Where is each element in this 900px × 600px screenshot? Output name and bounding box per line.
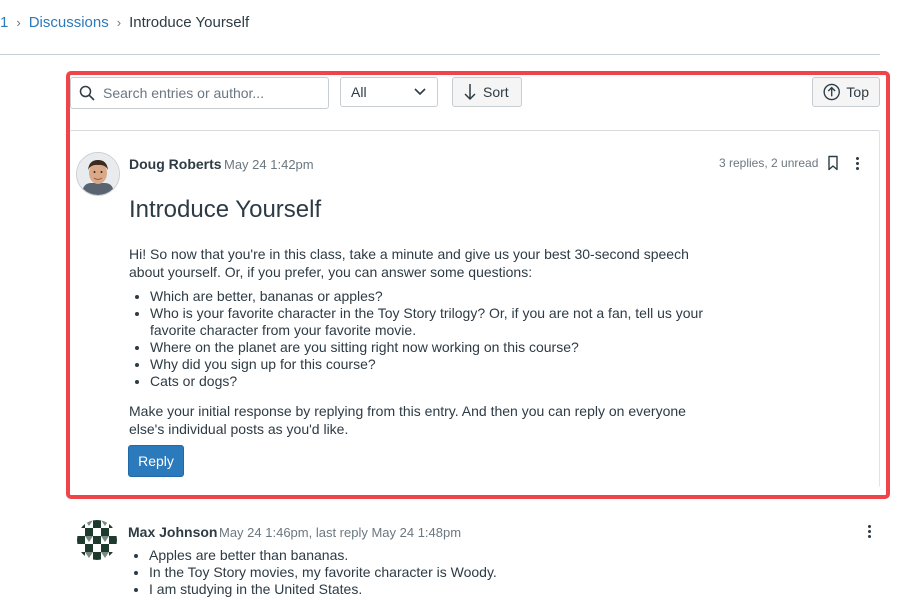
chevron-down-icon xyxy=(414,88,426,96)
reply-more-options-icon[interactable] xyxy=(867,525,873,540)
top-label: Top xyxy=(846,84,869,100)
search-input[interactable] xyxy=(101,84,315,102)
sort-label: Sort xyxy=(483,84,509,100)
reply-body-list: Apples are better than bananas. In the T… xyxy=(128,547,749,598)
filter-select[interactable]: All xyxy=(340,77,438,107)
top-button[interactable]: Top xyxy=(812,77,880,107)
avatar-pattern xyxy=(77,520,117,560)
header-divider xyxy=(0,54,880,55)
list-item: Which are better, bananas or apples? xyxy=(150,288,740,305)
arrow-up-circle-icon xyxy=(823,83,840,101)
topic-title: Introduce Yourself xyxy=(129,196,322,223)
list-item: Who is your favorite character in the To… xyxy=(150,305,740,339)
list-item: I am studying in the United States. xyxy=(149,581,749,598)
reply-author-name[interactable]: Max Johnson xyxy=(128,524,217,540)
reply-timestamp: May 24 1:46pm, last reply May 24 1:48pm xyxy=(219,525,462,540)
bookmark-icon[interactable] xyxy=(827,155,839,176)
search-icon xyxy=(79,85,95,101)
list-item: Apples are better than bananas. xyxy=(149,547,749,564)
breadcrumb-course-link[interactable]: 1 xyxy=(0,14,8,31)
filter-value: All xyxy=(351,84,367,100)
topic-closing: Make your initial response by replying f… xyxy=(129,403,686,437)
discussion-toolbar: All Sort Top xyxy=(70,77,880,111)
topic-timestamp: May 24 1:42pm xyxy=(224,157,314,172)
topic-intro: Hi! So now that you're in this class, ta… xyxy=(129,246,689,280)
search-box xyxy=(70,77,329,109)
topic-question-list: Which are better, bananas or apples? Who… xyxy=(129,288,740,390)
chevron-right-icon: › xyxy=(116,15,122,30)
reply-summary: 3 replies, 2 unread xyxy=(719,156,819,170)
topic-author-name[interactable]: Doug Roberts xyxy=(129,156,222,172)
list-item: In the Toy Story movies, my favorite cha… xyxy=(149,564,749,581)
arrow-down-icon xyxy=(464,84,476,101)
avatar-photo xyxy=(77,153,119,195)
reply-button[interactable]: Reply xyxy=(128,445,184,477)
breadcrumb: 1 › Discussions › Introduce Yourself xyxy=(0,14,249,31)
breadcrumb-current: Introduce Yourself xyxy=(129,14,250,31)
more-options-icon[interactable] xyxy=(855,157,861,172)
chevron-right-icon: › xyxy=(16,15,21,30)
breadcrumb-discussions-link[interactable]: Discussions xyxy=(29,14,109,31)
author-avatar[interactable] xyxy=(76,152,120,196)
list-item: Cats or dogs? xyxy=(150,373,740,390)
list-item: Where on the planet are you sitting righ… xyxy=(150,339,740,356)
reply-author-avatar[interactable] xyxy=(77,520,117,560)
list-item: Why did you sign up for this course? xyxy=(150,356,740,373)
sort-button[interactable]: Sort xyxy=(452,77,522,107)
